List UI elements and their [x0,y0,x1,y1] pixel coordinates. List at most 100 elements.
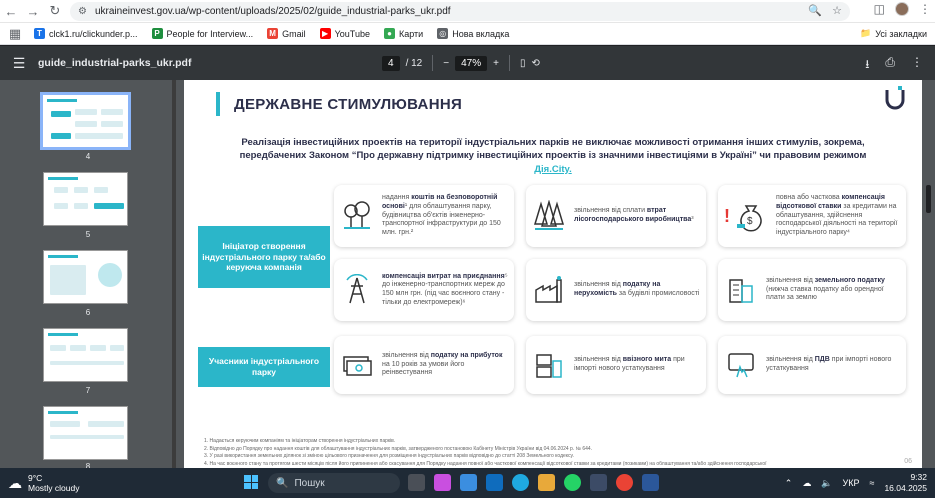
ukraineinvest-logo-icon [885,86,905,110]
browser-address-bar: ← → ↻ ⚙ ukraineinvest.gov.ua/wp-content/… [0,0,935,23]
whatsapp-icon[interactable] [564,474,581,491]
card-text: звільнення від сплати втрат лісогосподар… [574,207,694,223]
bookmark-star-icon[interactable]: ☆ [832,4,842,17]
taskbar-search[interactable]: 🔍 Пошук [268,473,400,493]
word-icon[interactable] [642,474,659,491]
apps-grid-icon[interactable]: ▦ [4,23,26,45]
thumbnail-page[interactable] [40,92,131,150]
page-title: ДЕРЖАВНЕ СТИМУЛЮВАННЯ [234,96,463,113]
diia-city-link[interactable]: Дія.City. [534,164,571,175]
profile-avatar[interactable] [895,2,909,16]
bookmark-item[interactable]: ● Карти [383,28,424,39]
thumbnail-page[interactable] [43,172,128,226]
chevron-up-icon[interactable]: ⌃ [785,478,793,489]
title-accent-bar [216,92,220,116]
weather-widget[interactable]: ☁ 9°C Mostly cloudy [8,473,80,493]
more-options-icon[interactable]: ⋮ [911,55,923,76]
browser-menu-icon[interactable]: ⋮ [919,2,931,16]
bookmark-label: Карти [398,28,424,39]
bookmark-item[interactable]: M Gmail [267,28,306,39]
zoom-in-button[interactable]: + [493,58,499,69]
download-icon[interactable]: ⭳ [865,55,869,76]
weather-text: Mostly cloudy [28,483,80,494]
cloud-sync-icon[interactable]: ☁ [802,478,811,489]
zoom-input[interactable]: 47% [455,55,488,71]
pdf-toolbar: ☰ guide_industrial-parks_ukr.pdf 4 / 12 … [0,46,935,80]
date: 16.04.2025 [884,483,927,494]
bookmark-label: Gmail [282,28,306,39]
folder-icon: 📁 [860,28,872,38]
svg-text:$: $ [747,216,753,227]
file-explorer-icon[interactable] [538,474,555,491]
extensions-icon[interactable]: ◫ [874,2,885,16]
card-text: надання коштів на безповоротній основі¹ … [382,194,501,237]
card-text: повна або часткова компенсація відсотков… [776,194,898,237]
bookmark-item[interactable]: ▶ YouTube [319,28,370,39]
reload-icon[interactable]: ↻ [44,0,66,22]
forest-icon [532,199,566,233]
fit-page-icon[interactable]: ▯ [520,58,526,69]
bookmark-list: Tclck1.ru/clickunder.p... P People for Int… [34,28,523,39]
money-bills-icon [340,348,374,382]
time: 9:32 [910,472,927,482]
chrome-icon[interactable] [616,474,633,491]
card-vat: звільнення від ПДВ при імпорті нового ус… [718,336,906,394]
factory-icon [532,273,566,307]
bookmark-label: People for Interview... [166,28,254,39]
card-interest-compensation: ! $ повна або часткова компенсація відсо… [718,185,906,247]
bookmark-label: YouTube [334,28,370,39]
task-view-icon[interactable] [408,474,425,491]
money-bag-icon: $ [734,199,768,233]
card-profit-tax: звільнення від податку на прибуток на 10… [334,336,514,394]
bookmark-item[interactable]: ◎ Нова вкладка [437,28,509,39]
power-tower-icon [340,273,374,307]
monitor-hand-icon [724,348,758,382]
bookmark-favicon-icon: ● [383,28,395,39]
intro-text: Реалізація інвестиційних проектів на тер… [230,136,876,176]
bookmark-label: Нова вкладка [452,28,510,39]
card-property-tax: звільнення від податку на нерухомість за… [526,259,706,321]
store-icon[interactable] [460,474,477,491]
group-participants-label: Учасники індустріального парку [198,347,330,387]
thumbnail-page[interactable] [43,250,128,304]
zoom-out-button[interactable]: − [443,58,449,69]
pdf-viewport: ДЕРЖАВНЕ СТИМУЛЮВАННЯ Реалізація інвести… [176,80,935,468]
forward-icon[interactable]: → [22,0,44,22]
back-icon[interactable]: ← [0,0,22,22]
card-text: звільнення від земельного податку (нижча… [766,276,885,302]
sidebar-menu-icon[interactable]: ☰ [0,55,38,72]
volume-icon[interactable]: 🔈 [821,478,832,489]
print-icon[interactable]: ⎙ [885,55,895,76]
thumbnail-page[interactable] [43,328,128,382]
windows-start-icon[interactable] [244,475,258,489]
url-text: ukraineinvest.gov.ua/wp-content/uploads/… [94,6,451,17]
footnote: 1. Надається керуючим компаніям та ініці… [204,438,396,444]
card-grant-funds: надання коштів на безповоротній основі¹ … [334,185,514,247]
teams-icon[interactable] [590,474,607,491]
outlook-icon[interactable] [486,474,503,491]
main-scrollbar-thumb[interactable] [926,185,931,213]
divider [432,55,434,71]
bookmark-favicon-icon: T [34,28,45,39]
page-number-input[interactable]: 4 [382,55,400,71]
card-forestry-losses: звільнення від сплати втрат лісогосподар… [526,185,706,247]
clock[interactable]: 9:32 16.04.2025 [884,472,927,494]
rotate-icon[interactable]: ⟲ [531,58,539,69]
copilot-icon[interactable] [434,474,451,491]
bookmark-item[interactable]: P People for Interview... [151,28,254,39]
all-bookmarks-button[interactable]: 📁 Усі закладки [860,28,927,39]
bookmark-item[interactable]: Tclck1.ru/clickunder.p... [34,28,138,39]
bookmark-label: clck1.ru/clickunder.p... [49,28,138,39]
zoom-page-icon[interactable]: 🔍 [808,4,822,17]
language-indicator[interactable]: УКР [843,478,860,488]
bookmark-favicon-icon: ◎ [437,28,449,39]
site-info-icon[interactable]: ⚙ [78,6,87,17]
card-text: звільнення від податку на прибуток на 10… [382,351,503,377]
system-tray: ⌃ ☁ 🔈 УКР ≈ 9:32 16.04.2025 [785,472,927,494]
page-controls: 4 / 12 − 47% + ▯ ⟲ [382,55,540,71]
intro-body: Реалізація інвестиційних проектів на тер… [239,137,867,162]
url-input[interactable]: ⚙ ukraineinvest.gov.ua/wp-content/upload… [70,2,850,21]
edge-icon[interactable] [512,474,529,491]
wifi-icon[interactable]: ≈ [870,478,875,488]
thumbnail-page[interactable] [43,406,128,460]
